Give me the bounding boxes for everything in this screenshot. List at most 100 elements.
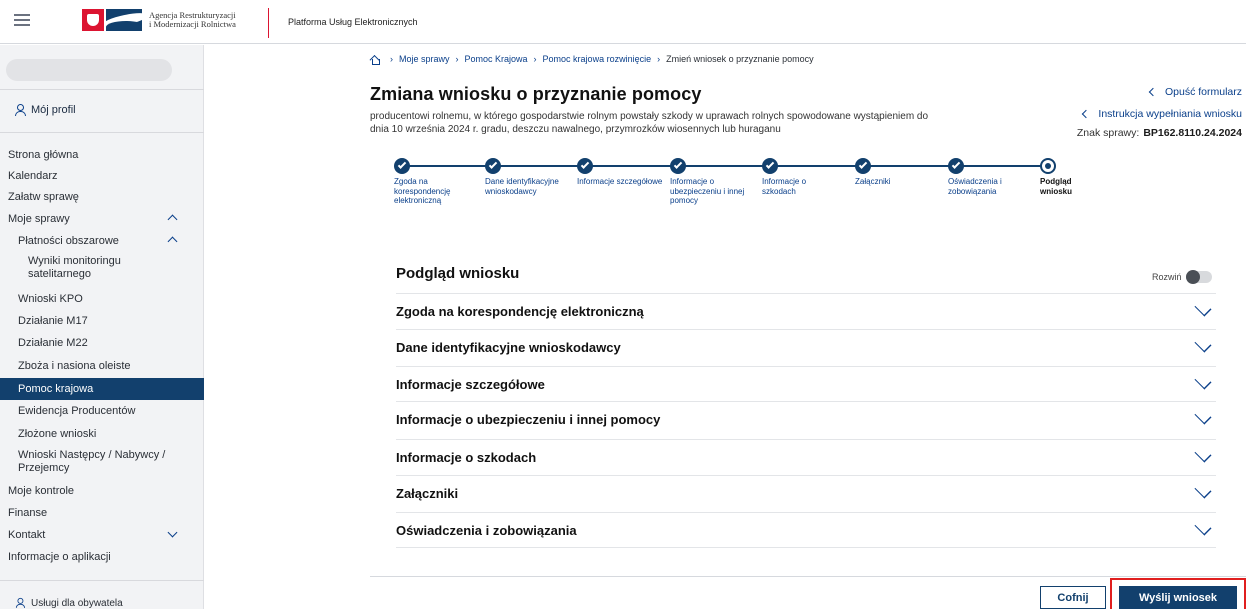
hamburger-icon[interactable] (14, 14, 30, 26)
preview-heading: Podgląd wniosku (396, 265, 520, 282)
sidebar-item-area-payments[interactable]: Płatności obszarowe (0, 231, 204, 251)
citizen-services-label: Usługi dla obywatela (31, 597, 123, 609)
page-subtitle: producentowi rolnemu, w którego gospodar… (370, 111, 929, 135)
step-done-icon (948, 158, 964, 174)
step-declarations[interactable]: Oświadczenia i zobowiązania (948, 158, 1038, 196)
instructions-link[interactable]: Instrukcja wypełniania wniosku (1082, 108, 1242, 120)
check-icon (488, 160, 498, 169)
step-done-icon (394, 158, 410, 174)
sidebar-item-label: Moje kontrole (8, 484, 75, 497)
check-icon (951, 160, 961, 169)
sidebar-item-label: Pomoc krajowa (18, 382, 94, 395)
case-number-value: BP162.8110.24.2024 (1143, 127, 1242, 139)
step-current-icon (1040, 158, 1056, 174)
sidebar-divider (0, 89, 204, 90)
sidebar-item-label: Płatności obszarowe (18, 234, 119, 247)
submit-application-button[interactable]: Wyślij wniosek (1119, 586, 1237, 609)
step-damages[interactable]: Informacje o szkodach (762, 158, 830, 196)
chevron-left-icon (1082, 109, 1091, 119)
arimr-logo[interactable]: Agencja Restrukturyzacji i Modernizacji … (82, 9, 236, 31)
accordion-damages[interactable]: Informacje o szkodach (396, 439, 1216, 474)
sidebar-item-handle-matter[interactable]: Załatw sprawę (0, 188, 204, 206)
sidebar-item-my-controls[interactable]: Moje kontrole (0, 482, 204, 500)
sidebar-item-m22[interactable]: Działanie M22 (0, 333, 204, 353)
user-name-pill (6, 59, 172, 81)
accordion-attachments[interactable]: Załączniki (396, 475, 1216, 510)
sidebar-item-grains[interactable]: Zboża i nasiona oleiste (0, 356, 204, 376)
step-label: Informacje o szkodach (762, 177, 807, 196)
sidebar-item-label: Wyniki monitoringu satelitarnego (28, 255, 121, 280)
my-profile-link[interactable]: Mój profil (14, 104, 76, 116)
citizen-services-link[interactable]: Usługi dla obywatela (14, 597, 123, 609)
accordion-title: Informacje o ubezpieczeniu i innej pomoc… (396, 411, 661, 427)
step-preview[interactable]: Podgląd wniosku (1040, 158, 1094, 196)
sidebar-item-label: Moje sprawy (8, 212, 70, 225)
chevron-up-icon (167, 236, 178, 247)
sidebar-item-submitted-applications[interactable]: Złożone wnioski (0, 424, 204, 444)
breadcrumb-separator: › (390, 54, 393, 64)
sidebar-item-label: Informacje o aplikacji (8, 550, 111, 563)
sidebar-item-app-info[interactable]: Informacje o aplikacji (0, 548, 204, 566)
polish-eagle-icon (82, 9, 104, 31)
sidebar-item-label: Załatw sprawę (8, 190, 79, 203)
sidebar-item-successor-applications[interactable]: Wnioski Następcy / Nabywcy / Przejemcy (0, 448, 170, 476)
breadcrumb-national-aid[interactable]: Pomoc Krajowa (465, 54, 528, 64)
sidebar-divider (0, 132, 204, 133)
sidebar-item-satellite-monitoring[interactable]: Wyniki monitoringu satelitarnego (0, 254, 170, 282)
breadcrumb-separator: › (533, 54, 537, 64)
step-consent[interactable]: Zgoda na korespondencję elektroniczną (394, 158, 484, 206)
breadcrumb-current: Zmień wniosek o przyznanie pomocy (666, 54, 814, 64)
accordion-details[interactable]: Informacje szczegółowe (396, 366, 1216, 401)
chevron-up-icon (167, 214, 178, 225)
step-label: Podgląd wniosku (1040, 177, 1073, 196)
back-button[interactable]: Cofnij (1040, 586, 1106, 609)
step-label: Informacje szczegółowe (577, 177, 663, 186)
check-icon (580, 160, 590, 169)
sidebar-item-national-aid[interactable]: Pomoc krajowa (0, 378, 204, 400)
step-identification[interactable]: Dane identyfikacyjne wnioskodawcy (485, 158, 575, 196)
footer-divider (370, 576, 1246, 577)
chevron-down-icon (1194, 481, 1212, 499)
accordion-title: Informacje o szkodach (396, 449, 537, 465)
accordion-insurance[interactable]: Informacje o ubezpieczeniu i innej pomoc… (396, 401, 1216, 436)
step-done-icon (762, 158, 778, 174)
step-details[interactable]: Informacje szczegółowe (577, 158, 667, 187)
expand-all-toggle[interactable]: Rozwiń (1152, 270, 1212, 284)
step-attachments[interactable]: Załączniki (855, 158, 945, 187)
accordion-declarations[interactable]: Oświadczenia i zobowiązania (396, 512, 1216, 547)
step-label: Załączniki (855, 177, 891, 186)
org-name-line2: i Modernizacji Rolnictwa (149, 19, 236, 29)
leave-form-link[interactable]: Opuść formularz (1148, 86, 1242, 98)
header-divider (268, 8, 269, 38)
toggle-switch-icon[interactable] (1185, 270, 1212, 284)
step-insurance[interactable]: Informacje o ubezpieczeniu i innej pomoc… (670, 158, 748, 206)
sidebar-item-contact[interactable]: Kontakt (0, 526, 204, 544)
sidebar-item-finance[interactable]: Finanse (0, 504, 204, 522)
sidebar-item-m17[interactable]: Działanie M17 (0, 311, 204, 331)
user-icon (15, 597, 26, 609)
sidebar-item-kpo[interactable]: Wnioski KPO (0, 289, 204, 309)
step-label: Dane identyfikacyjne wnioskodawcy (485, 177, 559, 196)
accordion-consent[interactable]: Zgoda na korespondencję elektroniczną (396, 293, 1216, 328)
sidebar-item-my-cases[interactable]: Moje sprawy (0, 209, 204, 229)
chevron-left-icon (1148, 87, 1158, 97)
sidebar-item-home[interactable]: Strona główna (0, 146, 204, 164)
check-icon (765, 160, 775, 169)
breadcrumb-national-aid-details[interactable]: Pomoc krajowa rozwinięcie (543, 54, 652, 64)
sidebar-item-label: Finanse (8, 506, 48, 519)
sidebar-item-label: Strona główna (8, 148, 79, 161)
accordion-identification[interactable]: Dane identyfikacyjne wnioskodawcy (396, 329, 1216, 364)
sidebar-item-producers-registry[interactable]: Ewidencja Producentów (0, 401, 204, 421)
breadcrumb-my-cases[interactable]: Moje sprawy (399, 54, 450, 64)
sidebar-item-label: Złożone wnioski (18, 427, 97, 440)
user-icon (14, 104, 26, 116)
chevron-down-icon (1194, 518, 1212, 536)
chevron-down-icon (1194, 445, 1212, 463)
step-label: Oświadczenia i zobowiązania (948, 177, 1002, 196)
sidebar-item-label: Kalendarz (8, 169, 58, 182)
sidebar-item-calendar[interactable]: Kalendarz (0, 167, 204, 185)
step-label: Zgoda na korespondencję elektroniczną (394, 177, 451, 205)
check-icon (397, 160, 407, 169)
home-icon[interactable] (370, 55, 380, 65)
sidebar-item-label: Kontakt (8, 528, 46, 541)
